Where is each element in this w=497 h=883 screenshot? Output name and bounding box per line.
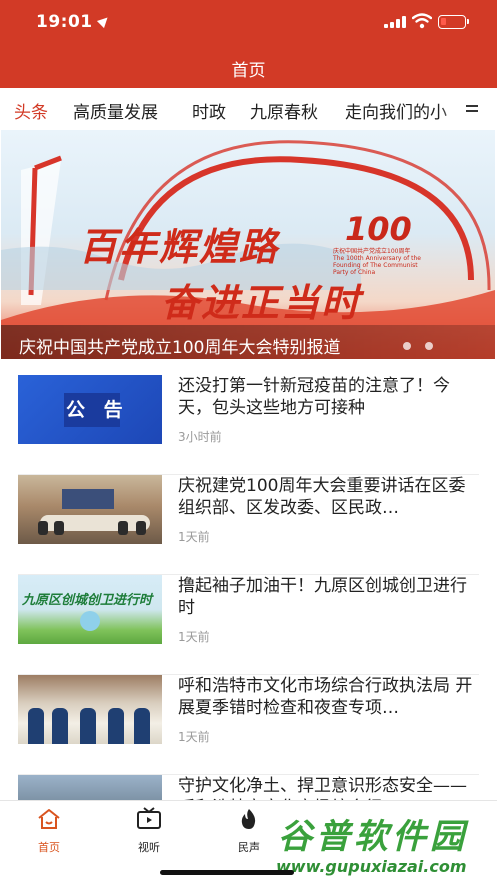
watermark-url: www.gupuxiazai.com xyxy=(276,857,467,876)
nav-audiovisual-label: 视听 xyxy=(138,841,160,854)
tab-jiuyuan-chunqiu[interactable]: 九原春秋 xyxy=(250,98,318,123)
page-title: 首页 xyxy=(231,61,266,81)
news-time: 1天前 xyxy=(178,730,210,744)
banner-caption: 庆祝中国共产党成立100周年大会特别报道 xyxy=(19,338,341,358)
home-indicator[interactable] xyxy=(160,870,294,875)
tab-toward-us[interactable]: 走向我们的小 xyxy=(345,98,447,123)
cellular-signal-icon xyxy=(384,16,406,28)
news-time: 1天前 xyxy=(178,630,210,644)
nav-home-label: 首页 xyxy=(38,841,60,854)
tab-current-affairs[interactable]: 时政 xyxy=(192,98,226,123)
news-item[interactable]: 呼和浩特市文化市场综合行政执法局 开展夏季错时检查和夜查专项… 1天前 xyxy=(0,675,497,775)
battery-icon xyxy=(438,15,469,29)
featured-banner[interactable]: 百年辉煌路 奋进正当时 100 庆祝中国共产党成立100周年 The 100th… xyxy=(1,130,495,359)
party-100-logo-text: 庆祝中国共产党成立100周年 The 100th Anniversary of … xyxy=(333,248,421,276)
wifi-icon xyxy=(412,13,432,29)
news-item[interactable]: 庆祝建党100周年大会重要讲话在区委组织部、区发改委、区民政… 1天前 xyxy=(0,475,497,575)
channel-menu-icon[interactable] xyxy=(466,102,480,116)
news-item[interactable]: 九原区创城创卫进行时 撸起袖子加油干！九原区创城创卫进行时 1天前 xyxy=(0,575,497,675)
news-thumbnail xyxy=(18,475,162,544)
news-time: 3小时前 xyxy=(178,430,222,444)
tv-icon xyxy=(137,807,161,829)
carousel-dot[interactable] xyxy=(425,342,433,350)
status-bar: 19:01 xyxy=(0,0,497,44)
notice-label: 公 告 xyxy=(66,399,129,421)
watermark: 谷普软件园 www.gupuxiazai.com xyxy=(270,805,497,883)
news-time: 1天前 xyxy=(178,530,210,544)
location-arrow-icon xyxy=(96,13,111,29)
news-thumbnail: 九原区创城创卫进行时 xyxy=(18,575,162,644)
news-title: 呼和浩特市文化市场综合行政执法局 开展夏季错时检查和夜查专项… xyxy=(178,676,473,718)
nav-home[interactable]: 首页 xyxy=(19,807,79,855)
news-thumbnail: 公 告 xyxy=(18,375,162,444)
tab-high-quality-development[interactable]: 高质量发展 xyxy=(73,98,158,123)
top-bar: 19:01 首页 xyxy=(0,0,497,88)
status-time: 19:01 xyxy=(36,12,111,32)
tab-headlines[interactable]: 头条 xyxy=(14,98,48,123)
flame-icon xyxy=(241,809,256,829)
home-icon xyxy=(38,809,60,829)
news-title: 庆祝建党100周年大会重要讲话在区委组织部、区发改委、区民政… xyxy=(178,476,466,518)
banner-headline-2: 奋进正当时 xyxy=(161,281,362,325)
news-title: 撸起袖子加油干！九原区创城创卫进行时 xyxy=(178,576,467,618)
party-100-logo: 100 xyxy=(345,210,412,248)
banner-headline-1: 百年辉煌路 xyxy=(79,225,280,269)
category-tabs: 头条 高质量发展 时政 九原春秋 走向我们的小 xyxy=(0,88,497,130)
news-thumbnail xyxy=(18,675,162,744)
status-time-text: 19:01 xyxy=(36,12,93,32)
carousel-dot[interactable] xyxy=(403,342,411,350)
news-item[interactable]: 公 告 还没打第一针新冠疫苗的注意了！今天，包头这些地方可接种 3小时前 xyxy=(0,375,497,475)
news-title: 还没打第一针新冠疫苗的注意了！今天，包头这些地方可接种 xyxy=(178,376,450,418)
nav-audiovisual[interactable]: 视听 xyxy=(119,807,179,855)
watermark-text: 谷普软件园 xyxy=(278,817,468,857)
thumbnail-caption: 九原区创城创卫进行时 xyxy=(22,593,153,608)
